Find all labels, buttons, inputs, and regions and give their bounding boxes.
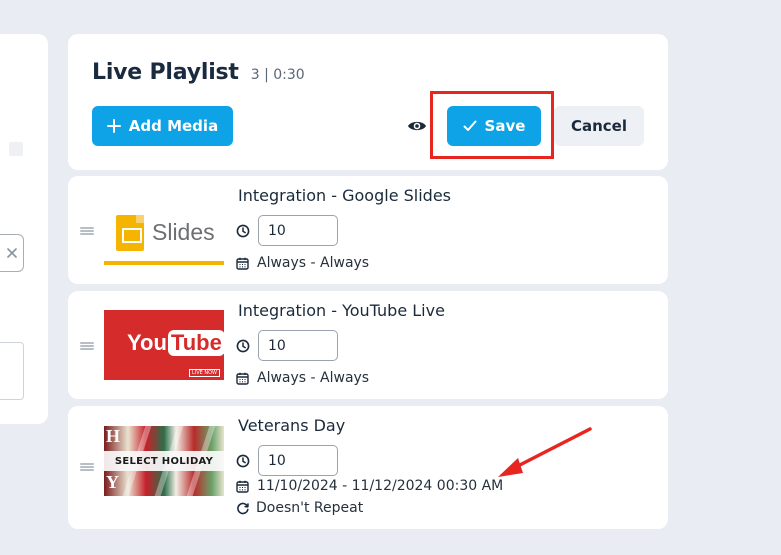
clock-icon: [236, 339, 250, 352]
media-title: Veterans Day: [238, 416, 346, 435]
add-media-button[interactable]: Add Media: [92, 106, 233, 146]
media-thumbnail: You Tube LIVE NOW: [104, 310, 224, 380]
page-title: Live Playlist: [92, 60, 239, 85]
calendar-icon: [236, 372, 249, 385]
slides-logo-icon: [116, 215, 144, 251]
thumbnail-label: Tube: [167, 330, 224, 356]
thumbnail-label: You: [127, 330, 167, 355]
preview-button[interactable]: [404, 114, 430, 138]
schedule-row: Always - Always: [236, 255, 369, 271]
thumbnail-letter: Y: [106, 472, 119, 492]
drag-handle-icon[interactable]: [80, 342, 94, 350]
schedule-text: Always - Always: [257, 255, 370, 271]
duration-row: [236, 330, 338, 361]
thumbnail-bar: [104, 261, 224, 265]
thumbnail-label: Slides: [152, 219, 215, 245]
text-field[interactable]: [0, 342, 24, 400]
cancel-button[interactable]: Cancel: [554, 106, 644, 146]
plus-icon: [106, 119, 121, 133]
eye-icon: [408, 121, 426, 131]
media-title: Integration - YouTube Live: [238, 301, 445, 320]
add-media-label: Add Media: [128, 117, 219, 135]
left-panel: [0, 34, 48, 424]
duration-row: [236, 215, 338, 246]
drag-handle-icon[interactable]: [80, 227, 94, 235]
duration-input[interactable]: [258, 445, 338, 476]
calendar-icon: [236, 480, 249, 493]
duration-input[interactable]: [258, 215, 338, 246]
clock-icon: [236, 454, 250, 467]
playlist-item: You Tube LIVE NOW Integration - YouTube L…: [68, 291, 668, 399]
live-badge: LIVE NOW: [188, 369, 220, 377]
checkbox[interactable]: [9, 142, 23, 156]
schedule-text: Always - Always: [257, 370, 370, 386]
schedule-row: 11/10/2024 - 11/12/2024 00:30 AM: [236, 478, 503, 494]
youtube-logo: You Tube: [127, 330, 224, 356]
clear-button[interactable]: [0, 234, 24, 272]
playlist-header: Live Playlist 3 | 0:30 Add Media Save Ca…: [68, 34, 668, 170]
calendar-icon: [236, 257, 249, 270]
drag-handle-icon[interactable]: [80, 463, 94, 471]
duration-row: [236, 445, 338, 476]
playlist-item: Slides Integration - Google Slides Alway…: [68, 176, 668, 284]
cancel-label: Cancel: [570, 117, 627, 135]
save-highlight-box: [430, 91, 554, 159]
repeat-text: Doesn't Repeat: [256, 500, 364, 516]
schedule-row: Always - Always: [236, 370, 369, 386]
thumbnail-letter: H: [106, 426, 121, 446]
close-icon: [6, 248, 17, 258]
repeat-icon: [237, 502, 249, 515]
thumbnail-label: SELECT HOLIDAY: [104, 451, 224, 471]
clock-icon: [236, 224, 250, 237]
media-title: Integration - Google Slides: [238, 186, 451, 205]
playlist-meta: 3 | 0:30: [250, 67, 305, 83]
media-thumbnail: Slides: [104, 195, 224, 265]
duration-input[interactable]: [258, 330, 338, 361]
repeat-row: Doesn't Repeat: [236, 500, 363, 516]
annotation-arrow-icon: [498, 427, 592, 477]
media-thumbnail: H Y SELECT HOLIDAY: [104, 426, 224, 496]
schedule-text: 11/10/2024 - 11/12/2024 00:30 AM: [257, 478, 504, 494]
